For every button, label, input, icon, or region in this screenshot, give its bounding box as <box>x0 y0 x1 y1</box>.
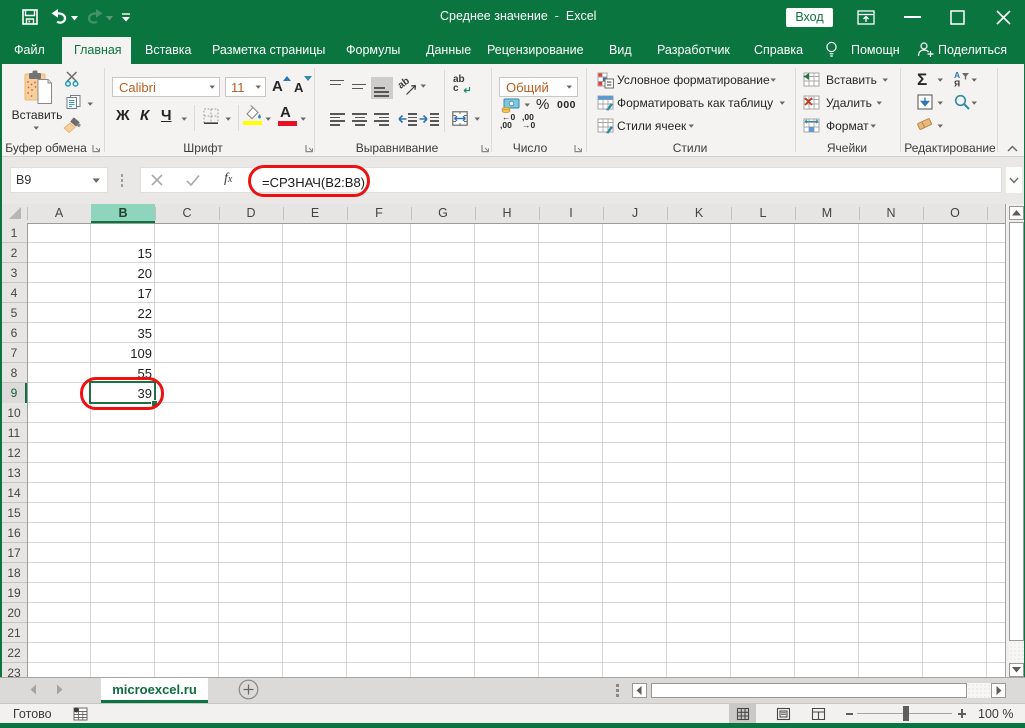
svg-text:Я: Я <box>954 79 960 89</box>
